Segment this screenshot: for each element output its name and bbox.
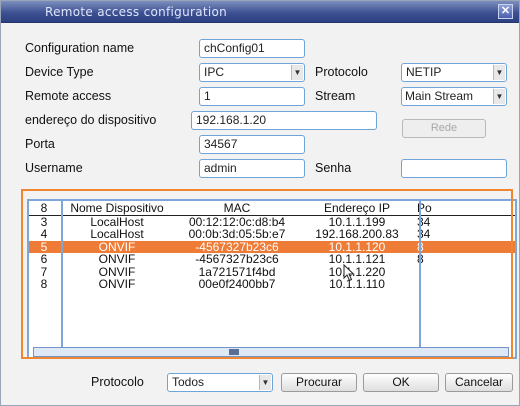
- column-header-mac[interactable]: MAC: [175, 201, 299, 216]
- column-header-ip[interactable]: Endereço IP: [299, 201, 415, 216]
- table-header-row: 8 Nome Dispositivo MAC Endereço IP Po: [29, 201, 515, 216]
- device-type-label: Device Type: [25, 65, 94, 79]
- footer-protocol-select[interactable]: Todos ▼: [167, 373, 273, 392]
- row-mac: -4567327b23c6: [195, 253, 279, 266]
- table-column-divider: [61, 201, 63, 357]
- table-row[interactable]: 3 LocalHost 00:12:12:0c:d8:b4 10.1.1.199…: [29, 215, 515, 228]
- table-row-selected[interactable]: 5 ONVIF -4567327b23c6 10.1.1.120 8: [29, 240, 515, 253]
- dropdown-arrow-icon: ▼: [493, 65, 505, 80]
- row-port: [415, 266, 515, 279]
- row-index: 8: [40, 278, 48, 291]
- stream-label: Stream: [315, 89, 356, 103]
- row-index: 6: [40, 253, 48, 266]
- row-device-name: ONVIF: [98, 278, 136, 291]
- username-input[interactable]: admin: [199, 159, 305, 178]
- password-label: Senha: [315, 161, 352, 175]
- port-label: Porta: [25, 137, 55, 151]
- row-device-name: ONVIF: [59, 240, 175, 253]
- mouse-cursor-icon: [343, 264, 355, 282]
- row-ip: 10.1.1.110: [329, 278, 385, 291]
- config-name-input[interactable]: chConfig01: [199, 39, 305, 58]
- rede-button[interactable]: Rede: [402, 119, 486, 138]
- device-type-select[interactable]: IPC ▼: [199, 63, 305, 82]
- row-index: 5: [29, 240, 59, 253]
- row-mac: 00:12:12:0c:d8:b4: [188, 215, 286, 228]
- row-port: [415, 278, 515, 291]
- search-button[interactable]: Procurar: [281, 373, 357, 392]
- port-input[interactable]: 34567: [199, 135, 305, 154]
- row-ip: 10.1.1.199: [328, 215, 386, 228]
- window-title: Remote access configuration: [45, 5, 228, 19]
- column-header-index[interactable]: 8: [29, 201, 59, 216]
- table-row[interactable]: 4 LocalHost 00:0b:3d:05:5b:e7 192.168.20…: [29, 228, 515, 241]
- row-ip: 10.1.1.121: [328, 253, 386, 266]
- cancel-button[interactable]: Cancelar: [445, 373, 513, 392]
- column-header-port[interactable]: Po: [415, 201, 515, 216]
- ok-button[interactable]: OK: [363, 373, 439, 392]
- title-bar[interactable]: Remote access configuration ✕: [1, 1, 519, 23]
- remote-access-input[interactable]: 1: [199, 87, 305, 106]
- row-ip: 10.1.1.120: [299, 240, 415, 253]
- row-device-name: LocalHost: [90, 228, 144, 241]
- table-column-divider: [419, 201, 421, 357]
- row-port: 34: [417, 215, 431, 228]
- row-device-name: ONVIF: [98, 265, 136, 278]
- stream-value: Main Stream: [405, 89, 474, 103]
- close-button[interactable]: ✕: [498, 4, 513, 19]
- table-row[interactable]: 8 ONVIF 00e0f2400bb7 10.1.1.110: [29, 278, 515, 291]
- password-input[interactable]: [401, 159, 507, 178]
- row-mac: -4567327b23c6: [175, 240, 299, 253]
- row-index: 4: [40, 228, 48, 241]
- row-index: 7: [40, 265, 48, 278]
- remote-access-dialog: Remote access configuration ✕ Configurat…: [0, 0, 520, 406]
- device-table: 8 Nome Dispositivo MAC Endereço IP Po 3 …: [29, 201, 515, 291]
- dropdown-arrow-icon: ▼: [259, 375, 271, 390]
- remote-access-label: Remote access: [25, 89, 112, 103]
- footer-protocol-value: Todos: [172, 375, 205, 389]
- protocol-label: Protocolo: [315, 65, 368, 79]
- scrollbar-thumb[interactable]: [229, 349, 239, 355]
- row-port: 8: [415, 240, 515, 253]
- row-port: 8: [415, 253, 515, 266]
- row-port: 34: [417, 228, 431, 241]
- footer-protocol-label: Protocolo: [91, 375, 144, 389]
- device-table-frame: 8 Nome Dispositivo MAC Endereço IP Po 3 …: [27, 199, 517, 359]
- username-label: Username: [25, 161, 83, 175]
- table-row[interactable]: 6 ONVIF -4567327b23c6 10.1.1.121 8: [29, 253, 515, 266]
- protocol-value: NETIP: [406, 65, 442, 79]
- horizontal-scrollbar[interactable]: [33, 347, 509, 357]
- dropdown-arrow-icon: ▼: [493, 89, 505, 104]
- row-device-name: LocalHost: [90, 215, 144, 228]
- stream-select[interactable]: Main Stream ▼: [401, 87, 507, 106]
- row-ip: 10.1.1.220: [328, 265, 386, 278]
- row-mac: 00:0b:3d:05:5b:e7: [188, 228, 286, 241]
- device-type-value: IPC: [204, 65, 225, 79]
- row-mac: 1a721571f4bd: [198, 265, 276, 278]
- row-ip: 192.168.200.83: [315, 228, 399, 241]
- row-mac: 00e0f2400bb7: [198, 278, 276, 291]
- dropdown-arrow-icon: ▼: [291, 65, 303, 80]
- address-input[interactable]: 192.168.1.20: [191, 111, 377, 130]
- column-header-device-name[interactable]: Nome Dispositivo: [59, 201, 175, 216]
- row-index: 3: [40, 215, 48, 228]
- table-row[interactable]: 7 ONVIF 1a721571f4bd 10.1.1.220: [29, 266, 515, 279]
- row-device-name: ONVIF: [98, 253, 136, 266]
- config-name-label: Configuration name: [25, 41, 135, 55]
- address-label: endereço do dispositivo: [25, 113, 157, 127]
- protocol-select[interactable]: NETIP ▼: [401, 63, 507, 82]
